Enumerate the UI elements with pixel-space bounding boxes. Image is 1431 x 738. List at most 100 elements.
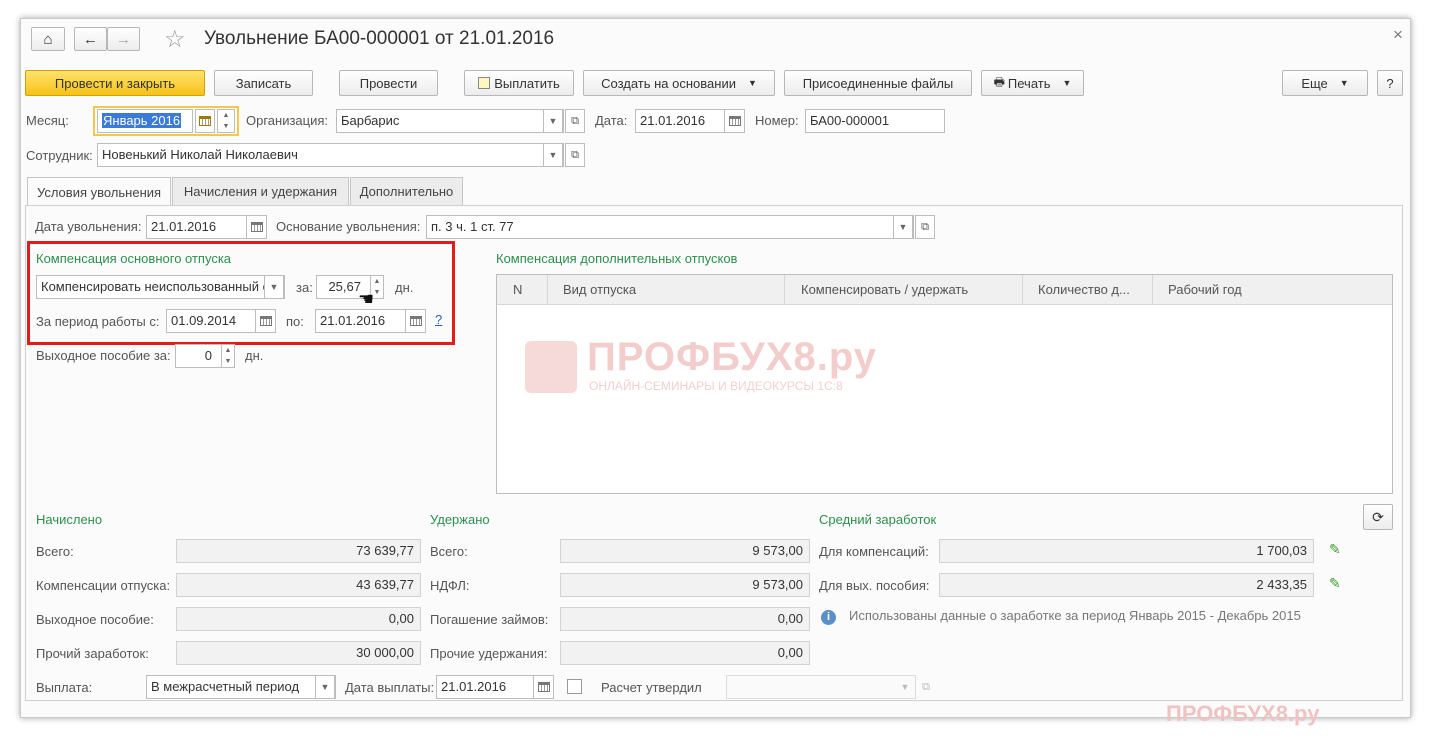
- open-icon: ⧉: [921, 221, 929, 233]
- calendar-icon: [199, 116, 211, 126]
- home-button[interactable]: ⌂: [31, 27, 65, 51]
- refresh-button[interactable]: ⟳: [1363, 504, 1393, 530]
- back-button[interactable]: ←: [74, 27, 107, 51]
- period-help-link[interactable]: ?: [435, 312, 442, 327]
- accrued-other-label: Прочий заработок:: [36, 646, 149, 661]
- organization-field[interactable]: Барбарис: [336, 109, 564, 133]
- employee-label: Сотрудник:: [26, 148, 93, 163]
- attached-files-button[interactable]: Присоединенные файлы: [784, 70, 972, 96]
- employee-open-button[interactable]: ⧉: [565, 143, 585, 167]
- organization-dropdown-button[interactable]: ▼: [543, 109, 563, 133]
- dismissal-date-calendar-button[interactable]: [246, 215, 267, 239]
- forward-button[interactable]: →: [107, 27, 140, 51]
- number-field[interactable]: БА00-000001: [805, 109, 945, 133]
- column-header[interactable]: Рабочий год: [1168, 282, 1242, 297]
- close-icon[interactable]: ×: [1393, 25, 1403, 45]
- watermark-brand: ПРОФБУХ8.ру: [587, 335, 877, 379]
- avg-severance-value: 2 433,35: [939, 573, 1314, 597]
- severance-label: Выходное пособие за:: [36, 348, 171, 363]
- dropdown-arrow-icon: ▼: [747, 78, 757, 88]
- print-button[interactable]: 🖶 Печать ▼: [981, 70, 1084, 96]
- avg-severance-label: Для вых. пособия:: [819, 578, 930, 593]
- save-button[interactable]: Записать: [214, 70, 313, 96]
- pay-date-calendar-button[interactable]: [533, 675, 554, 699]
- month-spin-button[interactable]: ▲ ▼: [217, 109, 235, 133]
- withheld-other-label: Прочие удержания:: [430, 646, 548, 661]
- edit-pencil-icon[interactable]: ✎: [1329, 541, 1341, 558]
- tab-dismissal-conditions[interactable]: Условия увольнения: [27, 177, 171, 206]
- dismissal-reason-open-button[interactable]: ⧉: [915, 215, 935, 239]
- dropdown-arrow-icon: ▼: [1339, 78, 1349, 88]
- column-header[interactable]: Компенсировать / удержать: [801, 282, 968, 297]
- date-label: Дата:: [595, 113, 628, 128]
- number-label: Номер:: [755, 113, 799, 128]
- watermark-tagline: ОНЛАЙН-СЕМИНАРЫ И ВИДЕОКУРСЫ 1С:8: [589, 379, 843, 393]
- open-icon: ⧉: [571, 115, 579, 127]
- accrued-severance-label: Выходное пособие:: [36, 612, 154, 627]
- pay-icon: [478, 77, 491, 89]
- organization-open-button[interactable]: ⧉: [565, 109, 585, 133]
- payment-dropdown-button[interactable]: ▼: [315, 675, 335, 699]
- payment-label: Выплата:: [36, 680, 93, 695]
- more-button[interactable]: Еще ▼: [1282, 70, 1368, 96]
- accrued-other-value: 30 000,00: [176, 641, 421, 665]
- watermark-logo: [525, 341, 577, 393]
- approved-by-open-button[interactable]: ⧉: [916, 675, 936, 699]
- employee-dropdown-button[interactable]: ▼: [543, 143, 563, 167]
- compensation-mode-select[interactable]: Компенсировать неиспользованный о: [36, 275, 285, 299]
- organization-label: Организация:: [246, 113, 329, 128]
- accrued-title: Начислено: [36, 512, 103, 527]
- chevron-down-icon: ▼: [900, 682, 910, 692]
- open-icon: ⧉: [922, 681, 930, 693]
- dropdown-arrow-icon: ▼: [1062, 78, 1072, 88]
- avg-earnings-title: Средний заработок: [819, 512, 937, 527]
- chevron-down-icon: ▼: [548, 116, 558, 126]
- withheld-loans-label: Погашение займов:: [430, 612, 549, 627]
- payment-select[interactable]: В межрасчетный период: [146, 675, 336, 699]
- pay-button[interactable]: Выплатить: [464, 70, 574, 96]
- arrow-left-icon: ←: [83, 30, 98, 48]
- extra-vacations-table[interactable]: N Вид отпуска Компенсировать / удержать …: [496, 274, 1393, 494]
- help-button[interactable]: ?: [1377, 70, 1403, 96]
- dismissal-reason-field[interactable]: п. 3 ч. 1 ст. 77: [426, 215, 914, 239]
- calendar-icon: [409, 316, 422, 326]
- employee-field[interactable]: Новенький Николай Николаевич: [97, 143, 564, 167]
- printer-icon: 🖶: [993, 74, 1005, 89]
- month-calendar-button[interactable]: [195, 109, 215, 133]
- withheld-total-label: Всего:: [430, 544, 468, 559]
- post-and-close-button[interactable]: Провести и закрыть: [25, 70, 205, 96]
- period-to-calendar-button[interactable]: [405, 309, 426, 333]
- period-from-calendar-button[interactable]: [255, 309, 276, 333]
- post-button[interactable]: Провести: [339, 70, 438, 96]
- accrued-total-value: 73 639,77: [176, 539, 421, 563]
- month-label: Месяц:: [26, 113, 69, 128]
- days-unit-label: дн.: [395, 280, 414, 295]
- calendar-icon: [250, 222, 263, 232]
- approved-by-dropdown-button[interactable]: ▼: [895, 675, 915, 699]
- star-icon[interactable]: ☆: [164, 25, 186, 54]
- withheld-other-value: 0,00: [560, 641, 810, 665]
- column-header[interactable]: Вид отпуска: [563, 282, 636, 297]
- approved-checkbox[interactable]: [567, 679, 582, 694]
- tab-additional[interactable]: Дополнительно: [350, 177, 463, 205]
- refresh-icon: ⟳: [1372, 508, 1384, 525]
- dismissal-reason-label: Основание увольнения:: [276, 219, 421, 234]
- withheld-loans-value: 0,00: [560, 607, 810, 631]
- severance-days-spin[interactable]: ▲ ▼: [221, 344, 235, 368]
- avg-info-text: Использованы данные о заработке за перио…: [849, 608, 1301, 623]
- column-header[interactable]: N: [513, 282, 522, 297]
- approved-by-field[interactable]: [726, 675, 916, 699]
- footer-watermark: ПРОФБУХ8.ру: [1166, 701, 1320, 726]
- chevron-down-icon: ▼: [269, 282, 279, 292]
- dismissal-reason-dropdown-button[interactable]: ▼: [893, 215, 913, 239]
- open-icon: ⧉: [571, 149, 579, 161]
- month-field[interactable]: Январь 2016: [97, 109, 193, 133]
- compensation-mode-dropdown-button[interactable]: ▼: [264, 275, 284, 299]
- column-header[interactable]: Количество д...: [1038, 282, 1130, 297]
- withheld-title: Удержано: [430, 512, 490, 527]
- date-calendar-button[interactable]: [724, 109, 745, 133]
- edit-pencil-icon[interactable]: ✎: [1329, 575, 1341, 592]
- period-to-label: по:: [286, 314, 304, 329]
- tab-accruals-withholdings[interactable]: Начисления и удержания: [172, 177, 349, 205]
- create-based-on-button[interactable]: Создать на основании ▼: [583, 70, 775, 96]
